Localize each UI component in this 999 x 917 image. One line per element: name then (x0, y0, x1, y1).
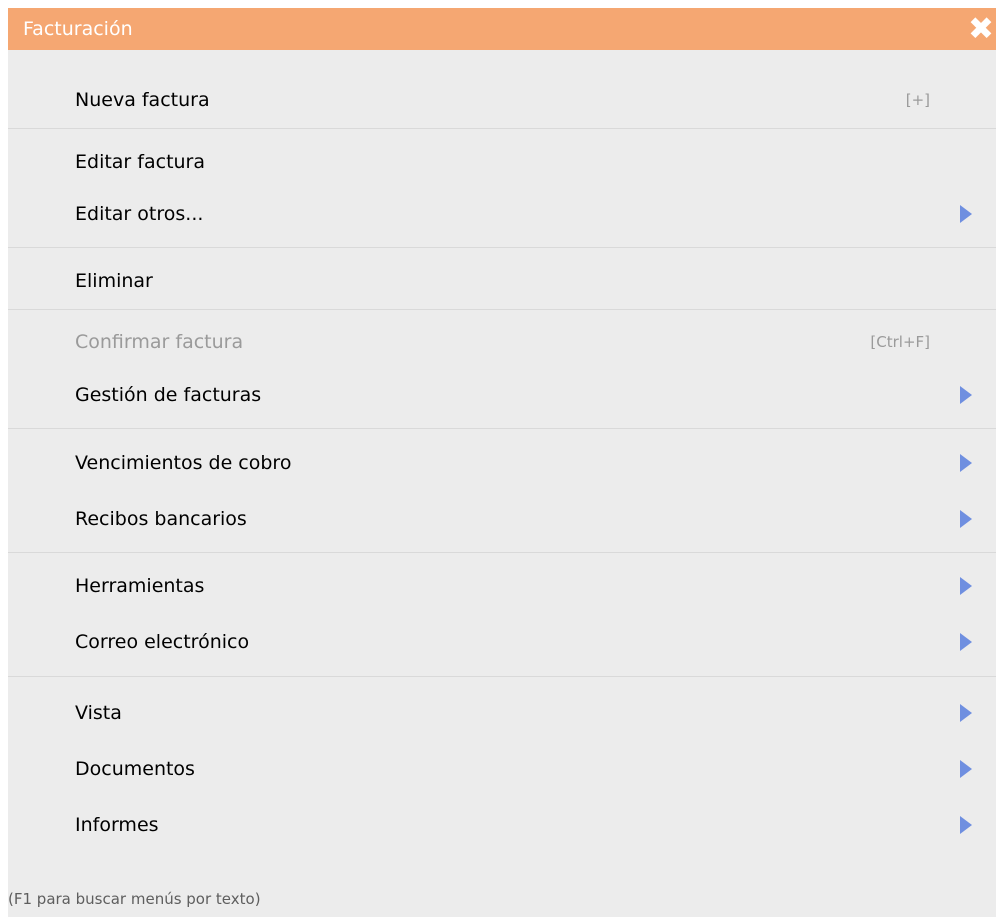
menu-item-editar-otros[interactable]: Editar otros... (8, 192, 996, 236)
submenu-arrow-icon (960, 577, 972, 595)
submenu-arrow-icon (960, 816, 972, 834)
menu-item-label: Documentos (75, 758, 195, 780)
menu-item-label: Informes (75, 814, 159, 836)
menu-item-label: Editar otros... (75, 203, 204, 225)
menu-item-label: Editar factura (75, 151, 206, 173)
menu-item-confirmar-factura: Confirmar factura [Ctrl+F] (8, 320, 996, 364)
menu-item-informes[interactable]: Informes (8, 803, 996, 847)
menu-item-label: Nueva factura (75, 89, 210, 111)
menu-item-correo-electronico[interactable]: Correo electrónico (8, 620, 996, 664)
menu-item-vencimientos-de-cobro[interactable]: Vencimientos de cobro (8, 441, 996, 485)
menu-item-herramientas[interactable]: Herramientas (8, 564, 996, 608)
submenu-arrow-icon (960, 510, 972, 528)
window-title: Facturación (23, 18, 133, 40)
menu-item-label: Confirmar factura (75, 331, 244, 353)
menu-item-editar-factura[interactable]: Editar factura (8, 140, 996, 184)
menu-item-eliminar[interactable]: Eliminar (8, 259, 996, 303)
menu-item-label: Herramientas (75, 575, 205, 597)
menu-item-nueva-factura[interactable]: Nueva factura [+] (8, 78, 996, 122)
submenu-arrow-icon (960, 454, 972, 472)
submenu-arrow-icon (960, 760, 972, 778)
menu-separator (8, 247, 996, 248)
search-hint: (F1 para buscar menús por texto) (8, 890, 261, 908)
menu-item-documentos[interactable]: Documentos (8, 747, 996, 791)
menu-item-recibos-bancarios[interactable]: Recibos bancarios (8, 497, 996, 541)
submenu-arrow-icon (960, 386, 972, 404)
submenu-arrow-icon (960, 633, 972, 651)
shortcut-hint: [+] (905, 91, 930, 109)
menu-item-label: Eliminar (75, 270, 153, 292)
menu-item-label: Correo electrónico (75, 631, 250, 653)
menu-item-vista[interactable]: Vista (8, 691, 996, 735)
menu-separator (8, 309, 996, 310)
submenu-arrow-icon (960, 205, 972, 223)
menu-item-label: Vencimientos de cobro (75, 452, 292, 474)
shortcut-hint: [Ctrl+F] (870, 333, 930, 351)
submenu-arrow-icon (960, 704, 972, 722)
menu-item-label: Recibos bancarios (75, 508, 247, 530)
menu-separator (8, 428, 996, 429)
titlebar: Facturación ✖ (8, 8, 996, 50)
menu-separator (8, 552, 996, 553)
menu-separator (8, 128, 996, 129)
close-icon[interactable]: ✖ (968, 14, 994, 45)
menu-separator (8, 676, 996, 677)
menu-item-label: Gestión de facturas (75, 384, 262, 406)
menu-window: Facturación ✖ Nueva factura [+] Editar f… (8, 8, 996, 917)
menu-item-label: Vista (75, 702, 122, 724)
menu-item-gestion-de-facturas[interactable]: Gestión de facturas (8, 373, 996, 417)
